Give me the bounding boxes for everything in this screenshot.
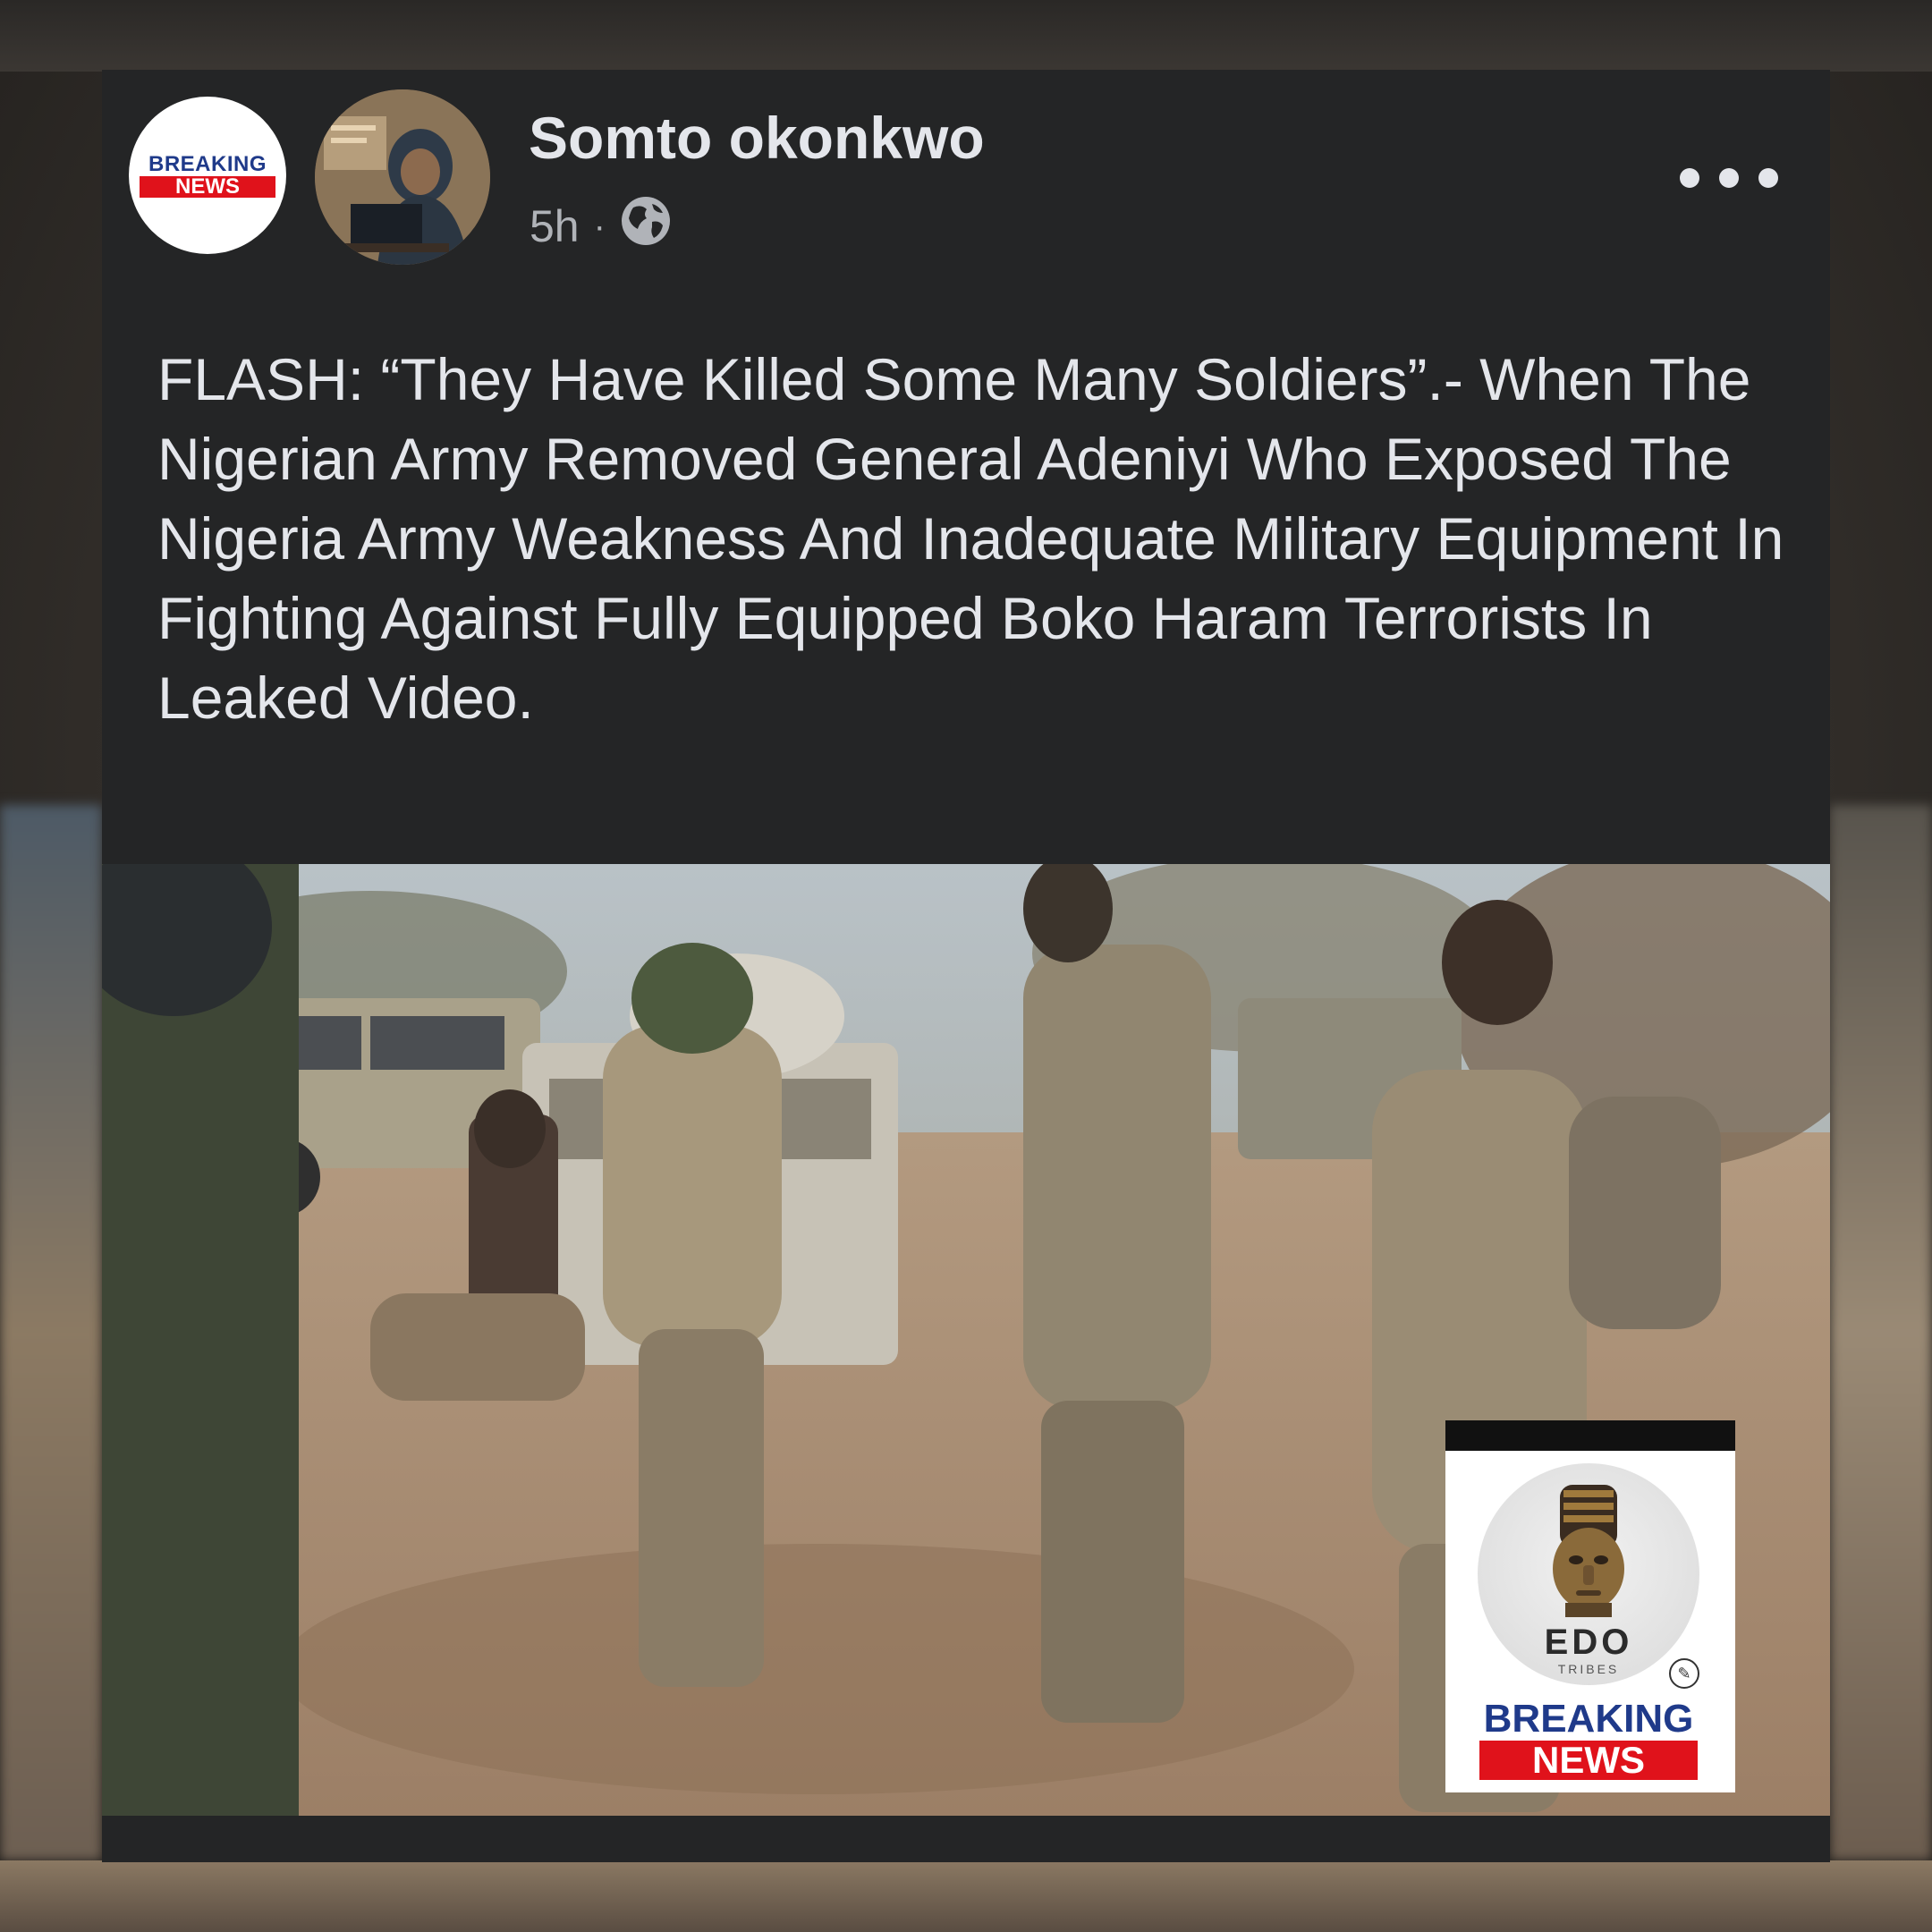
logo-line-news: NEWS xyxy=(140,176,275,198)
globe-icon[interactable] xyxy=(620,195,672,258)
brand-news-label: NEWS xyxy=(1479,1741,1698,1780)
pencil-icon[interactable]: ✎ xyxy=(1669,1658,1699,1689)
logo-line-breaking: BREAKING xyxy=(148,152,267,176)
post-meta: 5h · xyxy=(530,195,672,258)
edo-tribes-breaking-news-logo[interactable]: EDO TRIBES ✎ BREAKING NEWS xyxy=(1445,1420,1735,1792)
more-dot xyxy=(1680,168,1699,188)
breaking-news-logo[interactable]: BREAKING NEWS xyxy=(129,97,286,254)
brand-breaking-label: BREAKING xyxy=(1483,1697,1694,1741)
more-dot xyxy=(1719,168,1739,188)
post-text: FLASH: “They Have Killed Some Many Soldi… xyxy=(157,346,1784,731)
author-name[interactable]: Somto okonkwo xyxy=(529,104,985,172)
background-blur-bottom xyxy=(0,1860,1932,1932)
more-dot xyxy=(1758,168,1778,188)
brand-inner: EDO TRIBES ✎ BREAKING NEWS xyxy=(1474,1463,1703,1785)
post-timestamp[interactable]: 5h xyxy=(530,200,580,252)
background-blur-right xyxy=(1830,805,1932,1860)
author-avatar[interactable] xyxy=(315,89,490,265)
avatar-image xyxy=(315,89,490,265)
meta-separator: · xyxy=(593,206,606,246)
background-blur-left xyxy=(0,805,102,1860)
background-blur-top xyxy=(0,0,1932,72)
more-options-icon[interactable] xyxy=(1680,156,1778,200)
edo-label: EDO xyxy=(1544,1623,1633,1662)
